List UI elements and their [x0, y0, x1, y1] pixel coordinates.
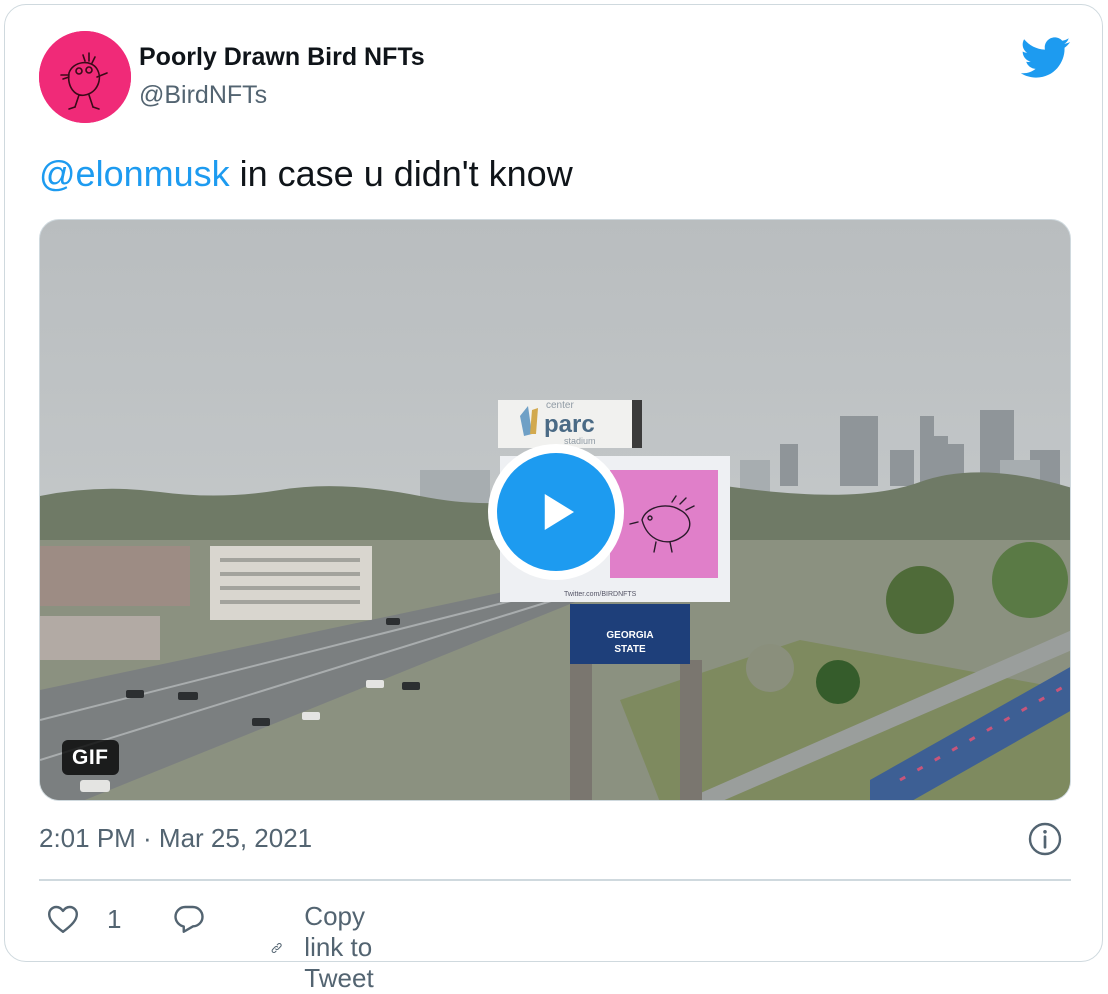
play-button-inner — [497, 453, 615, 571]
heart-icon — [48, 905, 78, 933]
mention-link[interactable]: @elonmusk — [39, 153, 230, 194]
tweet-body: in case u didn't know — [229, 153, 573, 194]
twitter-bird-icon[interactable] — [1021, 37, 1071, 79]
billboard-url-text: Twitter.com/BIRDNFTS — [564, 591, 637, 598]
tweet-text: @elonmusk in case u didn't know — [39, 153, 573, 195]
avatar[interactable] — [39, 31, 131, 123]
gif-badge: GIF — [62, 740, 119, 775]
reply-button[interactable] — [171, 901, 207, 937]
bird-avatar-image — [39, 31, 131, 123]
reply-icon — [174, 905, 204, 933]
tweet-timestamp[interactable]: 2:01 PM · Mar 25, 2021 — [39, 823, 312, 854]
author-display-name[interactable]: Poorly Drawn Bird NFTs — [139, 43, 425, 72]
sign-main-text: parc — [544, 411, 595, 438]
like-count: 1 — [107, 903, 122, 934]
footer-divider — [39, 879, 1071, 881]
info-icon[interactable] — [1027, 821, 1063, 857]
link-icon — [271, 942, 282, 953]
tweet-card[interactable]: Poorly Drawn Bird NFTs @BirdNFTs @elonmu… — [4, 4, 1103, 993]
copy-link-button[interactable]: Copy link to Tweet — [269, 901, 394, 994]
copy-link-label: Copy link to Tweet — [304, 901, 374, 993]
lower-sign-line1: GEORGIA — [606, 630, 653, 641]
media-gif[interactable]: center parc stadium Twitter.com/BIRDNFTS… — [39, 219, 1071, 801]
play-button[interactable] — [488, 444, 624, 580]
lower-sign-line2: STATE — [614, 644, 646, 655]
like-button[interactable]: 1 — [45, 901, 121, 937]
author-handle[interactable]: @BirdNFTs — [139, 81, 267, 110]
sign-top-text: center — [546, 400, 574, 411]
play-icon — [544, 494, 574, 530]
